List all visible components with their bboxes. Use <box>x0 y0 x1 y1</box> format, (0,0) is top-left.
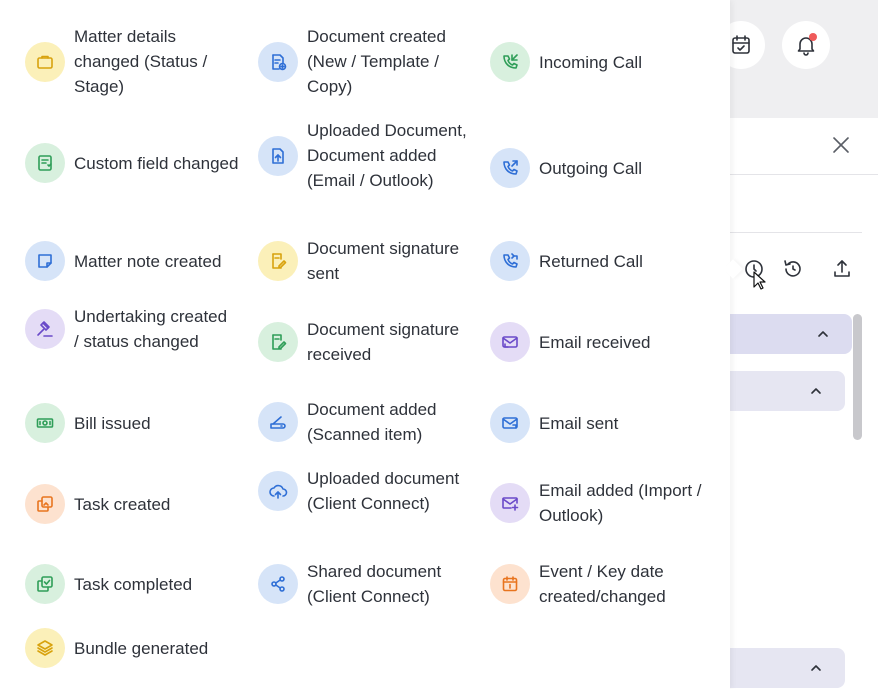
legend-label: Document added (Scanned item) <box>307 400 437 444</box>
custom-field-icon <box>38 155 52 171</box>
legend-label: Document created (New / Template / Copy) <box>307 27 446 96</box>
legend-item-incoming-call: Incoming Call <box>490 42 715 82</box>
legend-item-signature-received: Document signature received <box>258 317 483 367</box>
signature-icon <box>272 253 287 269</box>
phone-incoming-icon <box>503 54 518 69</box>
legend-item-returned-call: Returned Call <box>490 241 715 281</box>
panel-subdivider <box>730 232 862 233</box>
briefcase-icon <box>37 55 53 69</box>
legend-label: Undertaking created / status changed <box>74 307 228 351</box>
scrollbar-thumb[interactable] <box>853 314 862 440</box>
cloud-upload-icon <box>269 484 288 499</box>
legend-label: Custom field changed <box>74 153 239 173</box>
legend-item-matter-details: Matter details changed (Status / Stage) <box>25 24 250 99</box>
accordion-section-1[interactable] <box>730 314 852 354</box>
legend-item-bundle-generated: Bundle generated <box>25 628 250 668</box>
legend-label: Task completed <box>74 574 193 594</box>
legend-label: Email sent <box>539 413 619 433</box>
legend-item-bill-issued: Bill issued <box>25 403 250 443</box>
legend-item-task-completed: Task completed <box>25 564 250 604</box>
email-add-icon <box>502 497 519 511</box>
side-panel <box>730 118 878 689</box>
legend-label: Shared document (Client Connect) <box>307 562 442 606</box>
bill-icon <box>36 418 54 428</box>
legend-label: Task created <box>74 494 171 514</box>
calendar-check-icon <box>732 35 750 54</box>
history-icon[interactable] <box>781 257 805 281</box>
mouse-cursor-icon <box>753 271 766 290</box>
note-icon <box>38 254 52 268</box>
notification-dot <box>809 33 817 41</box>
legend-item-task-created: Task created <box>25 484 250 524</box>
legend-label: Event / Key date created/changed <box>539 562 666 606</box>
task-icon <box>37 496 53 512</box>
legend-item-shared-document: Shared document (Client Connect) <box>258 559 483 609</box>
legend-label: Email received <box>539 332 651 352</box>
document-upload-icon <box>272 147 284 164</box>
task-complete-icon <box>37 576 53 592</box>
legend-label: Bill issued <box>74 413 151 433</box>
legend-label: Returned Call <box>539 251 643 271</box>
legend-item-signature-sent: Document signature sent <box>258 236 483 286</box>
legend-item-email-sent: Email sent <box>490 403 715 443</box>
legend-label: Matter details changed (Status / Stage) <box>74 27 208 96</box>
legend-item-event-key-date: Event / Key date created/changed <box>490 559 715 609</box>
legend-label: Email added (Import / Outlook) <box>539 481 702 525</box>
legend-label: Document signature received <box>307 320 460 364</box>
legend-label: Incoming Call <box>539 52 642 72</box>
legend-item-document-created: Document created (New / Template / Copy) <box>258 24 483 99</box>
legend-label: Uploaded document (Client Connect) <box>307 469 460 513</box>
legend-item-scanned: Document added (Scanned item) <box>258 397 483 447</box>
legend-label: Outgoing Call <box>539 158 643 178</box>
accordion-section-2[interactable] <box>730 371 845 411</box>
document-add-icon <box>272 53 287 70</box>
export-icon[interactable] <box>830 257 854 281</box>
scanner-icon <box>270 416 286 429</box>
legend-item-matter-note: Matter note created <box>25 241 250 281</box>
panel-divider <box>730 174 878 175</box>
notifications-button[interactable] <box>782 21 830 69</box>
chevron-up-icon <box>811 665 821 671</box>
legend-item-client-connect-upload: Uploaded document (Client Connect) <box>258 466 483 516</box>
phone-returned-icon <box>503 253 518 268</box>
legend-label: Matter note created <box>74 251 222 271</box>
email-received-icon <box>502 336 518 348</box>
legend-item-email-added: Email added (Import / Outlook) <box>490 478 715 528</box>
gavel-icon <box>37 321 53 337</box>
signature-received-icon <box>272 334 287 350</box>
legend-item-document-uploaded: Uploaded Document, Document added (Email… <box>258 118 483 193</box>
layers-icon <box>37 640 53 656</box>
calendar-icon <box>502 576 518 592</box>
accordion-section-3[interactable] <box>730 648 845 688</box>
phone-outgoing-icon <box>503 160 518 175</box>
email-sent-icon <box>502 417 518 429</box>
chevron-up-icon <box>818 331 828 337</box>
legend-item-custom-field: Custom field changed <box>25 143 250 183</box>
legend-label: Document signature sent <box>307 239 460 283</box>
legend-label: Uploaded Document, Document added (Email… <box>307 121 467 190</box>
legend-item-email-received: Email received <box>490 322 715 362</box>
close-icon[interactable] <box>830 134 852 156</box>
legend-item-outgoing-call: Outgoing Call <box>490 148 715 188</box>
legend-item-undertaking: Undertaking created / status changed <box>25 304 250 354</box>
legend-label: Bundle generated <box>74 638 209 658</box>
chevron-up-icon <box>811 388 821 394</box>
share-icon <box>271 576 285 592</box>
